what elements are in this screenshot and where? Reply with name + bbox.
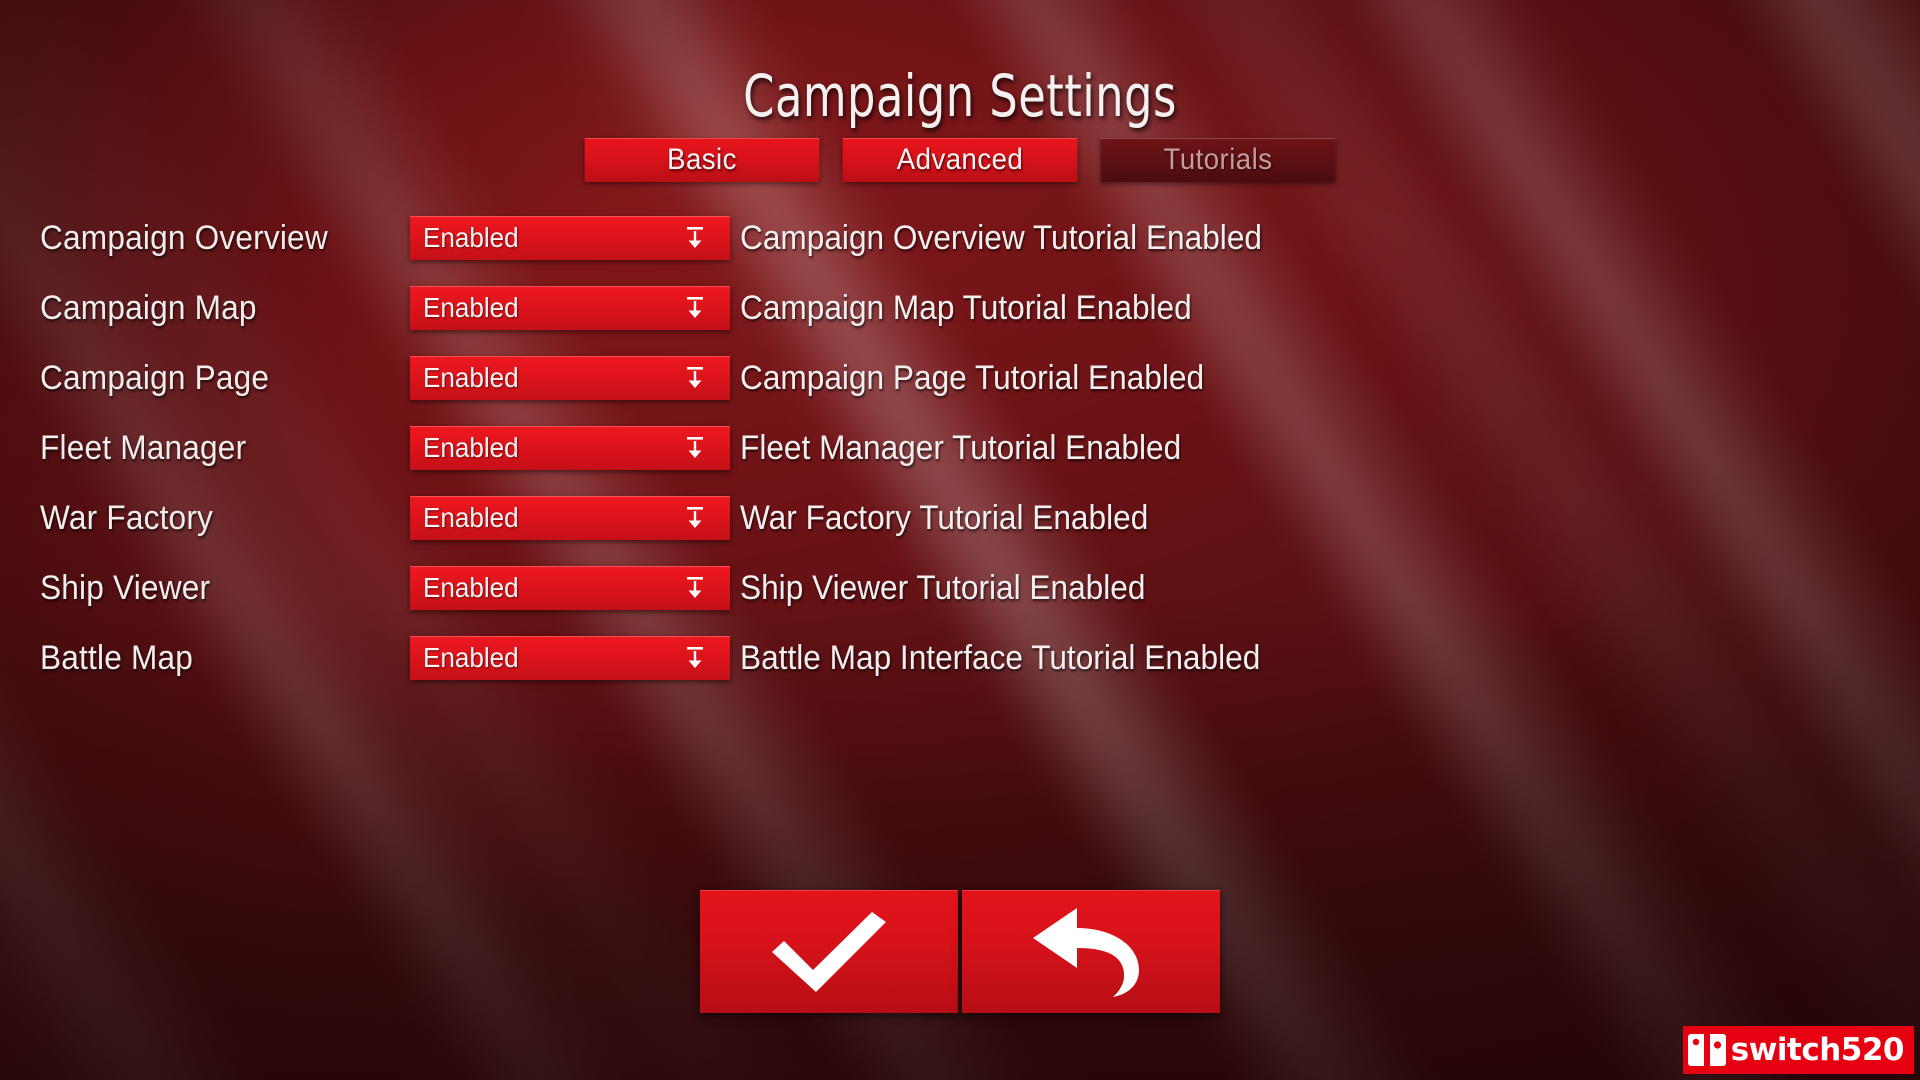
settings-tab-bar: Basic Advanced Tutorials [575, 138, 1346, 182]
undo-arrow-icon [1031, 906, 1151, 998]
setting-description: Ship Viewer Tutorial Enabled [740, 568, 1146, 607]
setting-label: War Factory [40, 498, 214, 537]
arrow-down-to-bar-icon [682, 365, 708, 391]
campaign-page-dropdown[interactable]: Enabled [410, 356, 730, 400]
setting-description: Fleet Manager Tutorial Enabled [740, 428, 1182, 467]
setting-description: Campaign Overview Tutorial Enabled [740, 218, 1263, 257]
settings-rows-list: Campaign Overview Enabled Campaign Overv… [40, 208, 1880, 698]
back-button[interactable] [962, 890, 1220, 1013]
arrow-down-to-bar-icon [682, 435, 708, 461]
settings-row: Battle Map Enabled Battle Map Interface … [40, 628, 1880, 688]
setting-label: Ship Viewer [40, 568, 211, 607]
watermark: switch520 [1682, 1026, 1914, 1074]
setting-label: Campaign Page [40, 358, 270, 397]
game-settings-screen: Campaign Settings Basic Advanced Tutoria… [0, 0, 1920, 1080]
setting-label: Fleet Manager [40, 428, 247, 467]
setting-description: Battle Map Interface Tutorial Enabled [740, 638, 1261, 677]
setting-description: Campaign Page Tutorial Enabled [740, 358, 1205, 397]
tab-advanced-label: Advanced [896, 143, 1024, 176]
setting-label: Campaign Overview [40, 218, 328, 257]
fleet-manager-dropdown[interactable]: Enabled [410, 426, 730, 470]
setting-description: War Factory Tutorial Enabled [740, 498, 1149, 537]
action-button-bar [700, 890, 1220, 1013]
setting-label: Campaign Map [40, 288, 257, 327]
campaign-overview-dropdown[interactable]: Enabled [410, 216, 730, 260]
arrow-down-to-bar-icon [682, 575, 708, 601]
tab-tutorials-label: Tutorials [1163, 143, 1273, 176]
settings-row: Campaign Map Enabled Campaign Map Tutori… [40, 278, 1880, 338]
dropdown-value: Enabled [423, 432, 519, 463]
dropdown-value: Enabled [423, 292, 519, 323]
watermark-text: switch520 [1730, 1032, 1905, 1068]
settings-row: Campaign Page Enabled Campaign Page Tuto… [40, 348, 1880, 408]
arrow-down-to-bar-icon [682, 645, 708, 671]
settings-row: Ship Viewer Enabled Ship Viewer Tutorial… [40, 558, 1880, 618]
ship-viewer-dropdown[interactable]: Enabled [410, 566, 730, 610]
tab-advanced[interactable]: Advanced [842, 138, 1078, 182]
dropdown-value: Enabled [423, 642, 519, 673]
settings-row: Fleet Manager Enabled Fleet Manager Tuto… [40, 418, 1880, 478]
dropdown-value: Enabled [423, 362, 519, 393]
settings-row: Campaign Overview Enabled Campaign Overv… [40, 208, 1880, 268]
dropdown-value: Enabled [423, 502, 519, 533]
tab-basic[interactable]: Basic [584, 138, 820, 182]
checkmark-icon [764, 908, 894, 996]
war-factory-dropdown[interactable]: Enabled [410, 496, 730, 540]
arrow-down-to-bar-icon [682, 225, 708, 251]
arrow-down-to-bar-icon [682, 505, 708, 531]
dropdown-value: Enabled [423, 222, 519, 253]
battle-map-dropdown[interactable]: Enabled [410, 636, 730, 680]
dropdown-value: Enabled [423, 572, 519, 603]
setting-description: Campaign Map Tutorial Enabled [740, 288, 1192, 327]
settings-row: War Factory Enabled War Factory Tutorial… [40, 488, 1880, 548]
arrow-down-to-bar-icon [682, 295, 708, 321]
tab-basic-label: Basic [667, 143, 737, 176]
setting-label: Battle Map [40, 638, 194, 677]
page-title: Campaign Settings [743, 62, 1177, 130]
confirm-button[interactable] [700, 890, 958, 1013]
nintendo-switch-logo-icon [1687, 1031, 1727, 1069]
tab-tutorials[interactable]: Tutorials [1100, 138, 1336, 182]
campaign-map-dropdown[interactable]: Enabled [410, 286, 730, 330]
